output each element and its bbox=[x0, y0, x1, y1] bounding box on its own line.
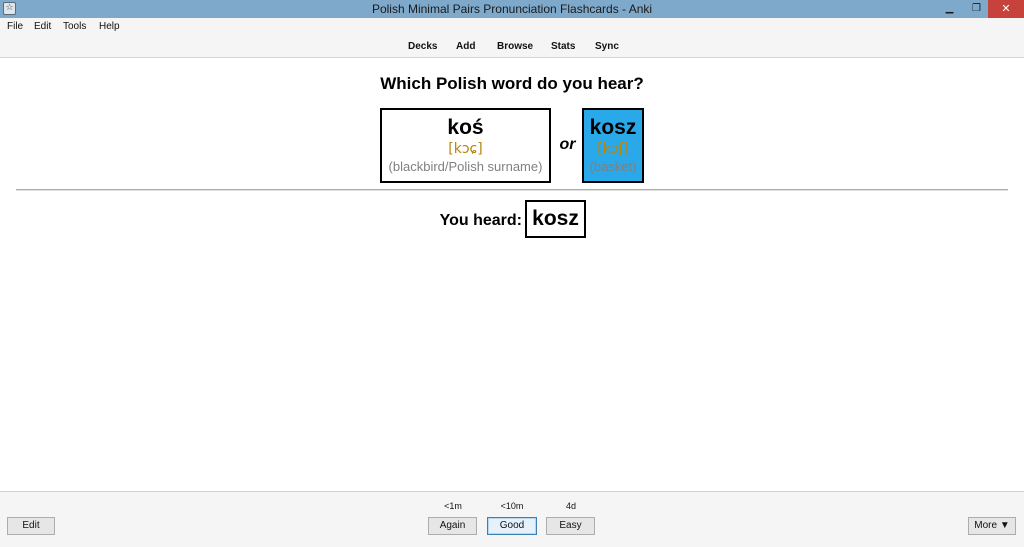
choice-a-ipa: [kɔɕ] bbox=[448, 141, 483, 157]
menu-file[interactable]: File bbox=[7, 18, 23, 36]
or-label: or bbox=[559, 136, 576, 153]
good-interval: <10m bbox=[500, 501, 524, 511]
good-button[interactable]: Good bbox=[487, 517, 537, 535]
answer-divider bbox=[16, 189, 1008, 191]
choice-b-gloss: (basket) bbox=[589, 159, 637, 174]
toolbar-stats[interactable]: Stats bbox=[551, 36, 575, 58]
easy-interval: 4d bbox=[565, 501, 576, 511]
choice-a-gloss: (blackbird/Polish surname) bbox=[388, 159, 543, 174]
menu-tools[interactable]: Tools bbox=[63, 18, 86, 36]
answer-label: You heard: bbox=[439, 212, 522, 229]
title-bar[interactable]: ☆ Polish Minimal Pairs Pronunciation Fla… bbox=[0, 0, 1024, 18]
choice-a-word: koś bbox=[447, 116, 484, 139]
restore-icon[interactable]: ❐ bbox=[963, 0, 990, 18]
edit-button[interactable]: Edit bbox=[7, 517, 55, 535]
easy-button[interactable]: Easy bbox=[546, 517, 595, 535]
again-button[interactable]: Again bbox=[428, 517, 477, 535]
menu-bar: File Edit Tools Help bbox=[0, 18, 1024, 36]
choice-b-ipa: [kɔʃ] bbox=[597, 141, 629, 157]
minimize-icon[interactable]: ▁ bbox=[936, 0, 963, 18]
menu-edit[interactable]: Edit bbox=[34, 18, 51, 36]
choice-a-box: koś [kɔɕ] (blackbird/Polish surname) bbox=[380, 108, 551, 183]
anki-window: ☆ Polish Minimal Pairs Pronunciation Fla… bbox=[0, 0, 1024, 547]
choice-b-word: kosz bbox=[589, 116, 637, 139]
toolbar-browse[interactable]: Browse bbox=[497, 36, 533, 58]
more-button[interactable]: More ▼ bbox=[968, 517, 1016, 535]
choice-b-box: kosz [kɔʃ] (basket) bbox=[582, 108, 644, 183]
close-icon[interactable]: ✕ bbox=[988, 0, 1024, 18]
review-bottom-bar: Edit <1m <10m 4d Again Good Easy More ▼ bbox=[0, 491, 1024, 547]
toolbar-add[interactable]: Add bbox=[456, 36, 475, 58]
menu-help[interactable]: Help bbox=[99, 18, 120, 36]
toolbar-sync[interactable]: Sync bbox=[595, 36, 619, 58]
card-question: Which Polish word do you hear? bbox=[380, 74, 644, 93]
again-interval: <1m bbox=[444, 501, 462, 511]
toolbar-decks[interactable]: Decks bbox=[408, 36, 437, 58]
card-view: Which Polish word do you hear? koś [kɔɕ]… bbox=[0, 59, 1024, 491]
answer-word: kosz bbox=[525, 200, 586, 238]
window-title: Polish Minimal Pairs Pronunciation Flash… bbox=[371, 2, 653, 16]
main-toolbar: Decks Add Browse Stats Sync bbox=[0, 36, 1024, 58]
